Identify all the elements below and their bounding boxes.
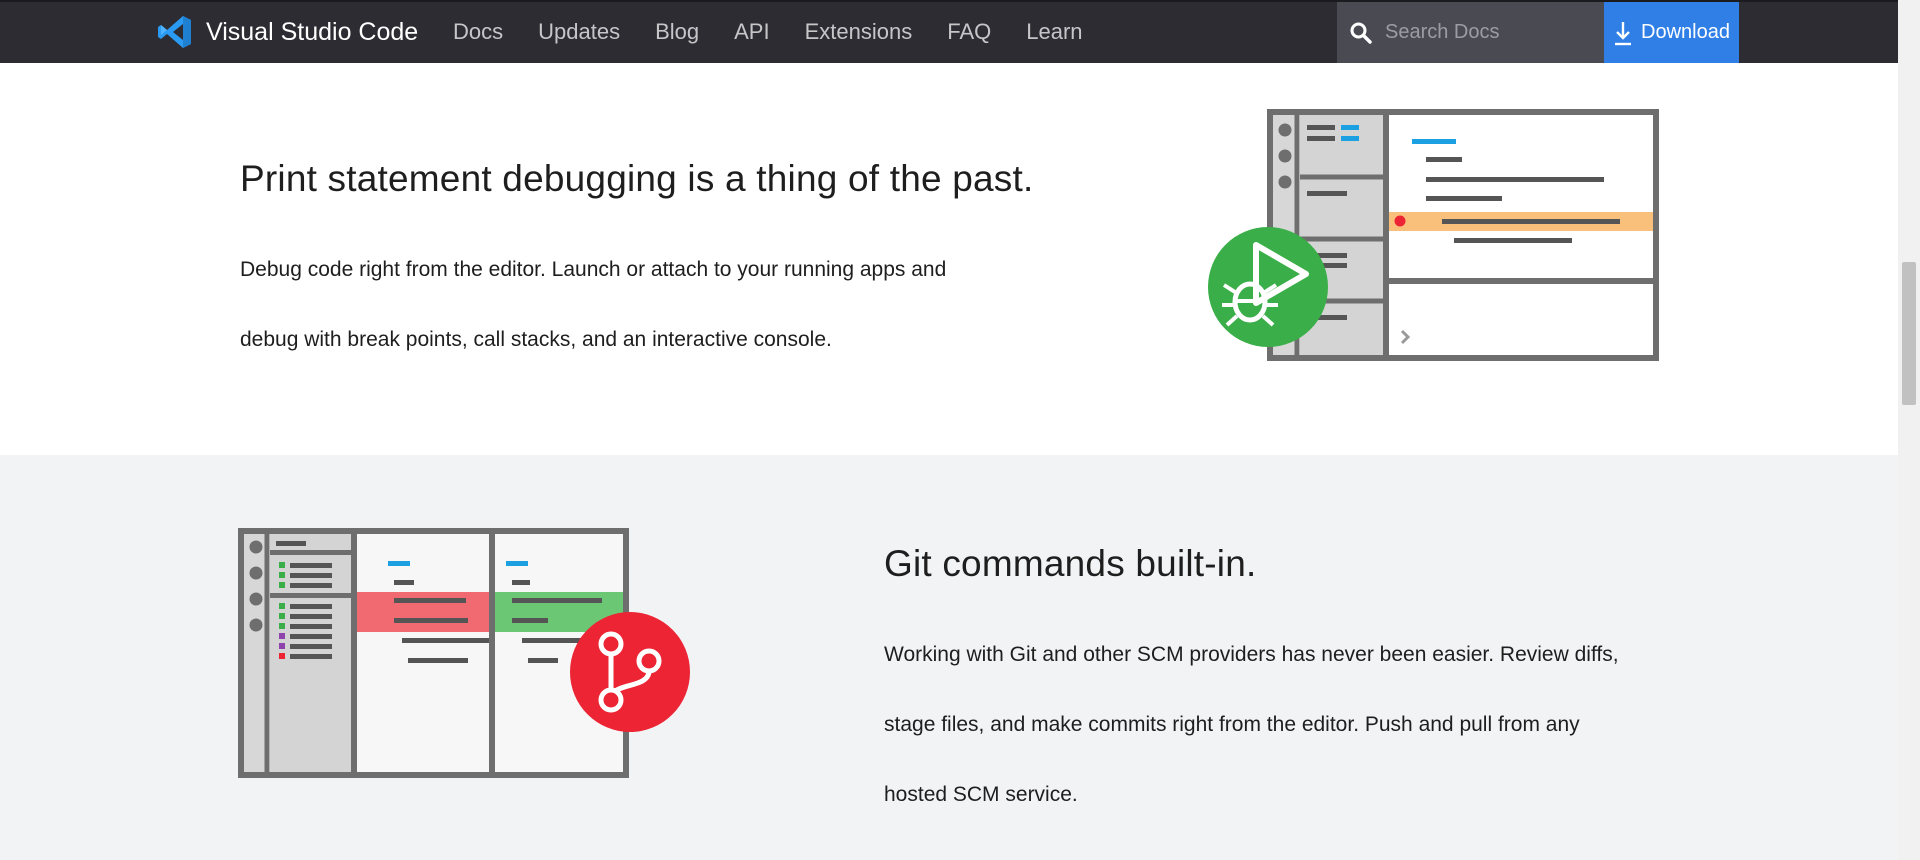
download-button[interactable]: Download [1604, 2, 1739, 63]
nav-link-extensions[interactable]: Extensions [805, 19, 913, 45]
search-box[interactable] [1337, 2, 1604, 63]
download-label: Download [1641, 21, 1730, 43]
search-input[interactable] [1383, 20, 1597, 45]
git-illustration [238, 528, 690, 778]
brand-name: Visual Studio Code [206, 17, 419, 46]
scrollbar-thumb[interactable] [1902, 262, 1916, 405]
nav-link-blog[interactable]: Blog [655, 19, 699, 45]
search-icon [1350, 22, 1372, 44]
debug-illustration [1208, 109, 1659, 361]
debug-heading: Print statement debugging is a thing of … [240, 158, 1034, 199]
nav-links: Docs Updates Blog API Extensions FAQ Lea… [453, 0, 1118, 63]
nav-link-updates[interactable]: Updates [538, 19, 620, 45]
git-heading: Git commands built-in. [884, 543, 1257, 584]
nav-link-learn[interactable]: Learn [1026, 19, 1082, 45]
nav-link-api[interactable]: API [734, 19, 769, 45]
debug-body-line-2: debug with break points, call stacks, an… [240, 328, 832, 351]
download-arrow-icon [1615, 21, 1632, 45]
debug-section: Print statement debugging is a thing of … [0, 63, 1898, 455]
brand-link[interactable]: Visual Studio Code [157, 12, 418, 52]
git-body-line-1: Working with Git and other SCM providers… [884, 643, 1619, 666]
debug-body-line-1: Debug code right from the editor. Launch… [240, 258, 947, 281]
git-body-line-2: stage files, and make commits right from… [884, 713, 1580, 736]
git-section: Git commands built-in. Working with Git … [0, 455, 1898, 860]
nav-link-faq[interactable]: FAQ [947, 19, 991, 45]
vscode-logo-icon [158, 16, 191, 48]
scrollbar-track[interactable] [1898, 0, 1920, 860]
play-bug-icon [1208, 227, 1328, 347]
top-navbar: Visual Studio Code Docs Updates Blog API… [0, 0, 1898, 63]
nav-link-docs[interactable]: Docs [453, 19, 503, 45]
page: Visual Studio Code Docs Updates Blog API… [0, 0, 1920, 860]
git-body-line-3: hosted SCM service. [884, 783, 1078, 806]
git-branch-icon [570, 612, 690, 732]
